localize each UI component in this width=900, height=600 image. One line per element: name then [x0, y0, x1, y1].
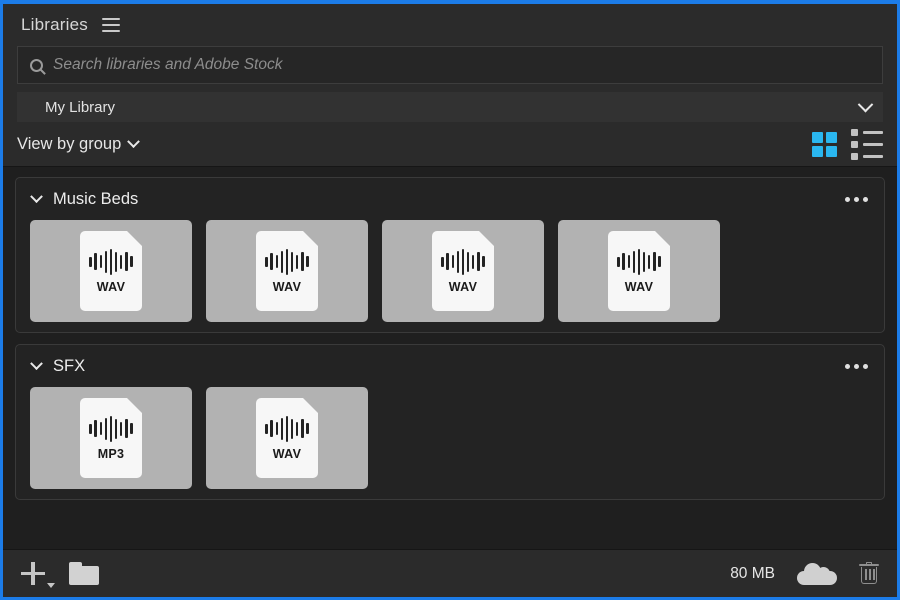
- page-title: Libraries: [21, 15, 88, 34]
- asset-tile[interactable]: WAV: [206, 387, 368, 489]
- asset-format-label: WAV: [624, 279, 654, 294]
- panel-footer: 80 MB: [3, 549, 897, 597]
- cloud-sync-icon[interactable]: [797, 562, 837, 585]
- asset-format-label: MP3: [97, 446, 125, 461]
- audio-waveform-icon: [89, 248, 133, 275]
- view-mode-toggle-group: [812, 128, 883, 160]
- view-toolbar: View by group: [3, 122, 897, 166]
- library-select-dropdown[interactable]: My Library: [17, 92, 883, 122]
- storage-size-label: 80 MB: [730, 564, 775, 582]
- asset-group: SFX MP3 WAV: [15, 344, 885, 500]
- audio-file-thumbnail: MP3: [80, 398, 142, 478]
- audio-file-thumbnail: WAV: [256, 231, 318, 311]
- chevron-down-icon: [127, 134, 141, 148]
- asset-tile-row: MP3 WAV: [16, 387, 884, 489]
- search-box[interactable]: [17, 46, 883, 84]
- list-view-icon[interactable]: [851, 128, 883, 160]
- more-options-icon[interactable]: [843, 358, 870, 375]
- panel-titlebar: Libraries: [3, 4, 897, 46]
- chevron-down-icon[interactable]: [30, 189, 43, 203]
- asset-format-label: WAV: [96, 279, 126, 294]
- asset-tile[interactable]: WAV: [558, 220, 720, 322]
- audio-waveform-icon: [89, 415, 133, 442]
- asset-tile[interactable]: WAV: [206, 220, 368, 322]
- caret-down-icon: [47, 582, 55, 588]
- asset-tile[interactable]: WAV: [382, 220, 544, 322]
- group-name: SFX: [53, 356, 86, 375]
- delete-button[interactable]: [859, 561, 879, 586]
- asset-format-label: WAV: [272, 279, 302, 294]
- asset-format-label: WAV: [448, 279, 478, 294]
- asset-tile-row: WAV WAV WAV WAV: [16, 220, 884, 322]
- more-options-icon[interactable]: [843, 191, 870, 208]
- asset-format-label: WAV: [272, 446, 302, 461]
- audio-waveform-icon: [441, 248, 485, 275]
- new-group-button[interactable]: [69, 562, 99, 585]
- search-section: [3, 46, 897, 84]
- audio-file-thumbnail: WAV: [80, 231, 142, 311]
- search-input[interactable]: [53, 56, 870, 74]
- library-select-value: My Library: [45, 98, 116, 116]
- chevron-down-icon[interactable]: [30, 356, 43, 370]
- asset-group: Music Beds WAV WAV WAV WAV: [15, 177, 885, 333]
- libraries-panel: Libraries My Library View by group: [0, 0, 900, 600]
- audio-waveform-icon: [617, 248, 661, 275]
- library-content-area[interactable]: Music Beds WAV WAV WAV WAV SFX MP3 WAV: [3, 166, 897, 549]
- library-select-section: My Library: [3, 84, 897, 122]
- audio-waveform-icon: [265, 248, 309, 275]
- audio-file-thumbnail: WAV: [608, 231, 670, 311]
- hamburger-menu-icon[interactable]: [102, 18, 120, 32]
- audio-file-thumbnail: WAV: [256, 398, 318, 478]
- search-icon: [30, 58, 43, 72]
- grid-view-icon[interactable]: [812, 131, 837, 157]
- view-by-group-label: View by group: [17, 134, 122, 153]
- add-asset-button[interactable]: [21, 561, 55, 588]
- group-name: Music Beds: [53, 189, 139, 208]
- asset-tile[interactable]: WAV: [30, 220, 192, 322]
- group-header: Music Beds: [16, 178, 884, 220]
- chevron-down-icon: [857, 96, 874, 112]
- view-by-group-dropdown[interactable]: View by group: [17, 134, 141, 154]
- audio-file-thumbnail: WAV: [432, 231, 494, 311]
- asset-tile[interactable]: MP3: [30, 387, 192, 489]
- group-header: SFX: [16, 345, 884, 387]
- audio-waveform-icon: [265, 415, 309, 442]
